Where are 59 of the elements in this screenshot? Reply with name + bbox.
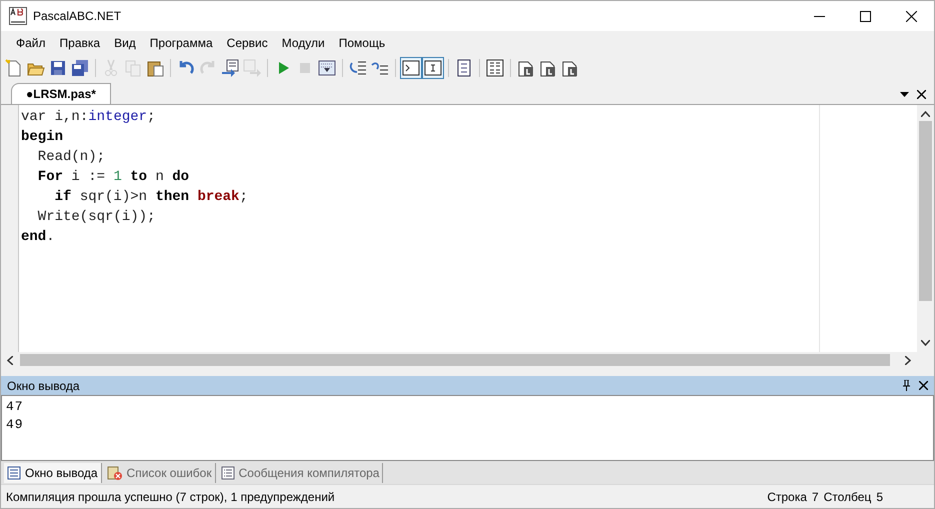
console-window-icon xyxy=(402,59,420,78)
line-number: 7 xyxy=(812,488,819,506)
menu-item[interactable]: Файл xyxy=(9,32,53,54)
list-window-icon xyxy=(220,466,235,480)
scroll-down-icon[interactable] xyxy=(921,340,930,346)
output-line: 49 xyxy=(6,416,24,434)
menu-item[interactable]: Программа xyxy=(142,32,220,54)
column-number: 5 xyxy=(876,488,883,506)
close-icon[interactable] xyxy=(919,381,928,390)
copy-icon xyxy=(124,59,142,78)
scroll-up-icon[interactable] xyxy=(921,110,930,117)
code-line: var i,n:integer; xyxy=(20,108,156,127)
code-line: end. xyxy=(20,228,55,247)
paste-icon xyxy=(146,59,164,78)
new-file-icon xyxy=(5,59,23,78)
file-tab[interactable]: ●LRSM.pas* xyxy=(11,82,111,104)
toolbar-button[interactable] xyxy=(400,57,422,80)
panel-title: Окно вывода xyxy=(7,378,80,395)
column-label: Столбец xyxy=(824,488,872,506)
close-icon xyxy=(906,10,916,22)
code-line: begin xyxy=(20,128,64,147)
status-message: Компиляция прошла успешно (7 строк), 1 предупреждений xyxy=(6,488,335,506)
scroll-left-icon[interactable] xyxy=(7,356,13,365)
clipboard-error-icon xyxy=(106,464,123,481)
vertical-scrollbar[interactable] xyxy=(917,104,934,352)
menu-item[interactable]: Модули xyxy=(274,32,332,54)
menu-item[interactable]: Сервис xyxy=(220,32,275,54)
maximize-icon xyxy=(860,10,870,22)
step-into-icon xyxy=(349,59,367,78)
cut-icon xyxy=(102,59,120,78)
code-line: if sqr(i)>n then break; xyxy=(54,188,248,207)
toolbar-button[interactable] xyxy=(219,57,241,80)
menu-item[interactable]: Помощь xyxy=(332,32,392,54)
window-title: PascalABC.NET xyxy=(33,8,122,25)
output-line: 47 xyxy=(6,398,24,416)
document-lines-icon xyxy=(7,466,21,480)
document-l-icon xyxy=(539,59,557,78)
line-label: Строка xyxy=(767,488,807,506)
code-line: Write(sqr(i)); xyxy=(36,208,156,227)
horizontal-scrollbar[interactable] xyxy=(1,352,934,368)
panel-tab[interactable]: Сообщения компилятора xyxy=(218,462,384,483)
arrow-right-document-icon xyxy=(243,59,261,78)
list-document-icon xyxy=(455,59,473,78)
code-line: For i := 1 to n do xyxy=(36,168,190,187)
text-window-icon xyxy=(424,59,442,78)
save-all-icon xyxy=(71,59,89,78)
save-icon xyxy=(49,59,67,78)
close-icon[interactable] xyxy=(917,90,926,99)
panel-tab[interactable]: Список ошибок xyxy=(104,462,216,483)
pin-icon[interactable] xyxy=(902,380,911,392)
app-logo-icon xyxy=(9,7,27,25)
code-line: Read(n); xyxy=(36,148,106,167)
scroll-right-icon[interactable] xyxy=(905,356,911,365)
toolbar-button[interactable] xyxy=(484,57,506,80)
menu-item[interactable]: Правка xyxy=(52,32,108,54)
dropdown-icon[interactable] xyxy=(900,92,909,97)
menu-item[interactable]: Вид xyxy=(107,32,143,54)
toolbar-button[interactable] xyxy=(422,57,444,80)
panel-tab[interactable]: Окно вывода xyxy=(4,462,102,483)
